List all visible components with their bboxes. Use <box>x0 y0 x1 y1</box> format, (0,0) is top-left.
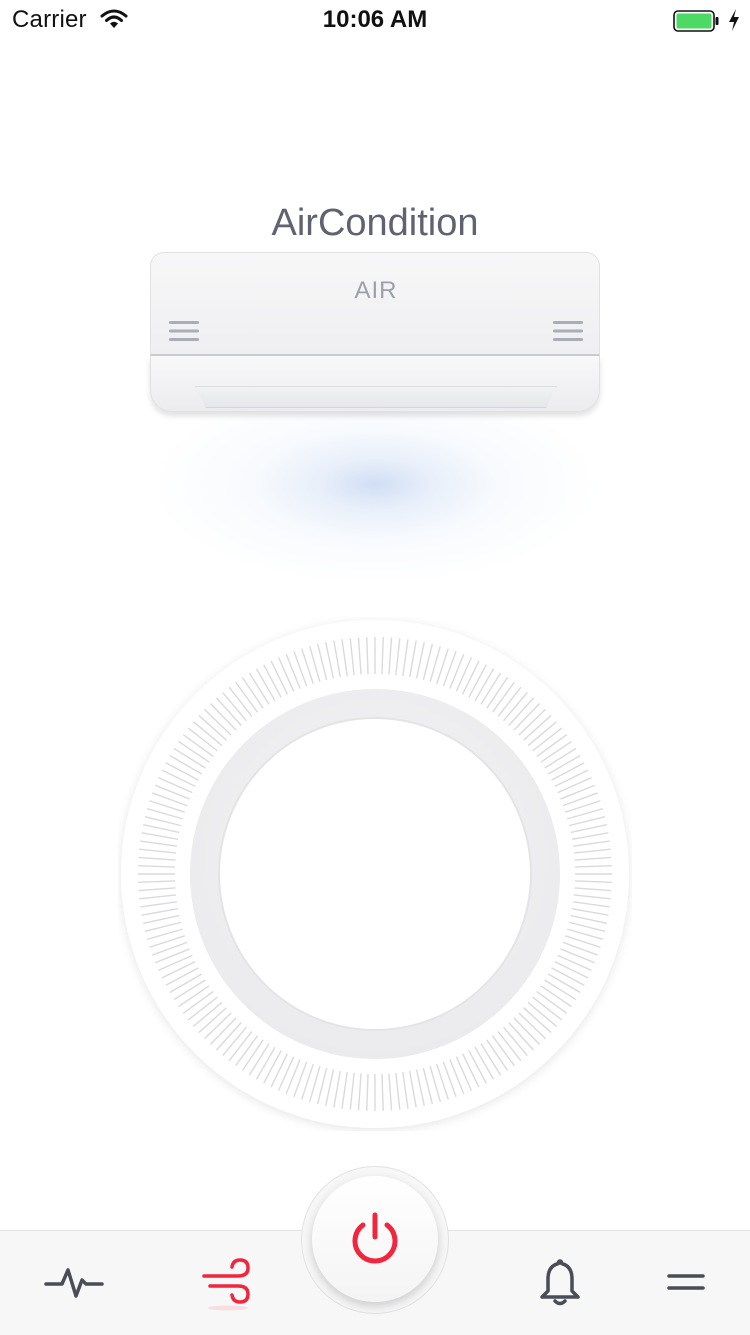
charging-bolt-icon <box>729 9 739 31</box>
tab-wind[interactable] <box>196 1250 260 1314</box>
ac-louver <box>195 386 557 408</box>
status-bar: Carrier 10:06 AM <box>0 0 750 40</box>
ac-vent-lines-left-icon <box>169 321 199 341</box>
power-icon <box>352 1212 398 1264</box>
ac-vent-lines-right-icon <box>553 321 583 341</box>
dial-center[interactable] <box>218 717 532 1031</box>
air-conditioner-unit: AIR <box>150 252 600 412</box>
battery-icon <box>673 10 719 32</box>
activity-icon <box>44 1268 104 1298</box>
tab-activity[interactable] <box>42 1250 106 1314</box>
status-time: 10:06 AM <box>322 6 428 33</box>
wind-icon <box>202 1258 250 1311</box>
power-button[interactable] <box>312 1176 438 1302</box>
page-title: AirCondition <box>271 202 479 244</box>
tab-notifications[interactable] <box>528 1250 592 1314</box>
airflow-glow <box>150 390 600 600</box>
ac-front-panel: AIR <box>150 252 600 356</box>
temperature-dial[interactable] <box>118 617 632 1131</box>
ac-brand-label: AIR <box>354 277 398 304</box>
menu-icon <box>667 1274 705 1290</box>
bell-icon <box>540 1259 580 1306</box>
ac-louver-panel <box>150 356 600 412</box>
tab-menu[interactable] <box>654 1250 718 1314</box>
